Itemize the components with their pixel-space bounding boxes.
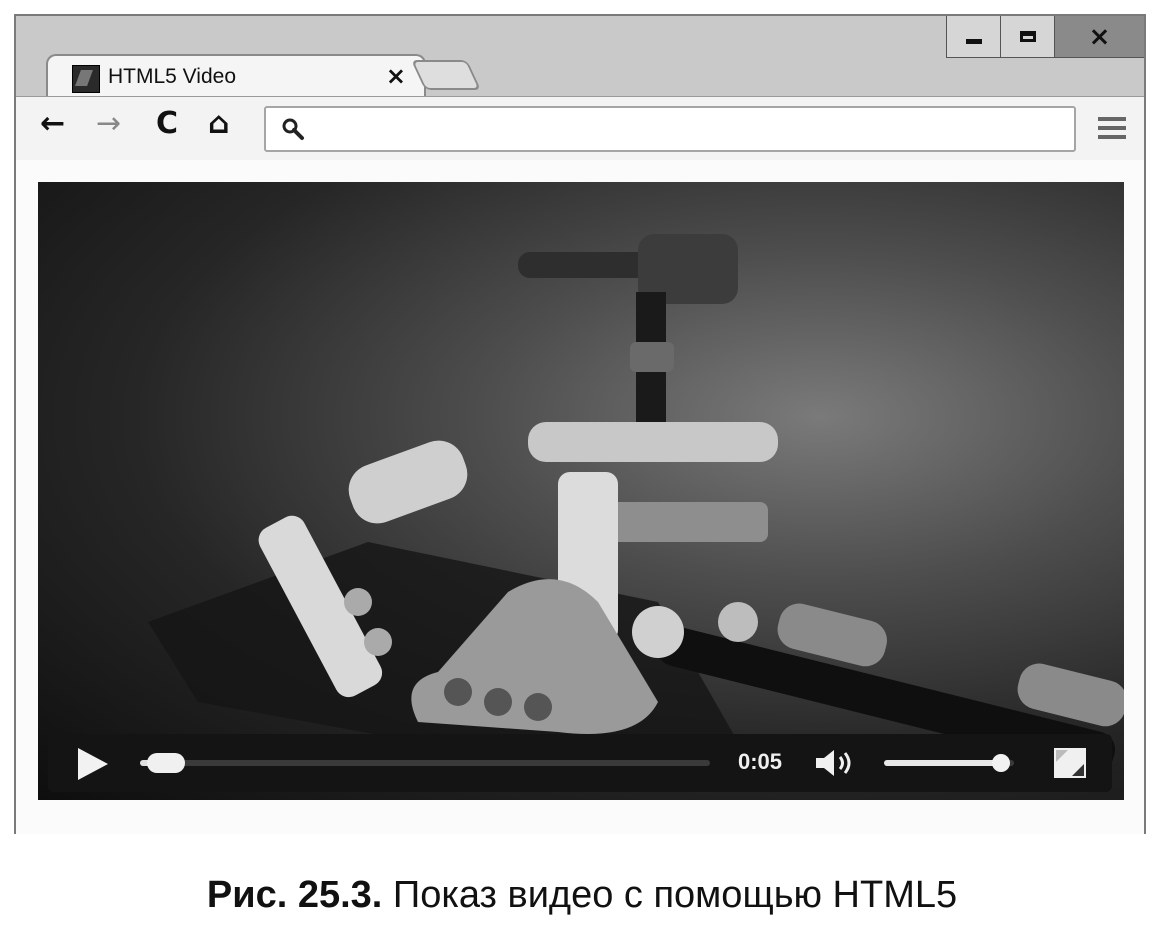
back-arrow-icon[interactable]: ← [40,109,65,139]
volume-icon[interactable] [814,748,858,778]
volume-fill [884,760,1001,766]
close-window-button[interactable]: × [1054,16,1144,58]
tab-html5-video[interactable]: HTML5 Video × [46,54,426,98]
minimize-icon [965,39,982,44]
minimize-button[interactable] [946,16,1000,58]
reload-icon[interactable]: C [156,109,178,139]
maximize-button[interactable] [1000,16,1054,58]
search-icon [282,118,304,140]
forward-arrow-icon[interactable]: → [96,109,121,139]
maximize-icon [1019,31,1036,42]
browser-toolbar: ← → C ⌂ [16,96,1144,161]
browser-window: HTML5 Video × × ← → C ⌂ 0:05 [14,14,1146,834]
fullscreen-icon[interactable] [1054,748,1086,778]
menu-icon[interactable] [1098,117,1126,144]
page-content: 0:05 [16,160,1144,834]
favicon-icon [72,65,100,93]
close-icon: × [1088,21,1111,52]
home-icon[interactable]: ⌂ [208,109,229,139]
volume-handle[interactable] [992,754,1010,772]
play-icon[interactable] [78,748,108,780]
caption-text: Показ видео с помощью HTML5 [392,874,958,916]
progress-handle[interactable] [147,753,186,773]
title-bar: HTML5 Video × × [16,16,1144,98]
video-frame [148,234,1124,772]
current-time: 0:05 [738,749,783,774]
volume-slider[interactable] [884,754,1014,772]
figure-caption: Рис. 25.3. Показ видео с помощью HTML5 [0,874,1164,917]
tab-close-icon[interactable]: × [386,62,406,90]
address-bar[interactable] [264,106,1076,152]
window-controls: × [946,16,1144,60]
video-player[interactable]: 0:05 [38,182,1124,800]
tab-title: HTML5 Video [108,65,237,88]
progress-bar[interactable] [140,753,710,773]
video-controls: 0:05 [48,734,1112,792]
caption-label: Рис. 25.3. [206,874,383,916]
